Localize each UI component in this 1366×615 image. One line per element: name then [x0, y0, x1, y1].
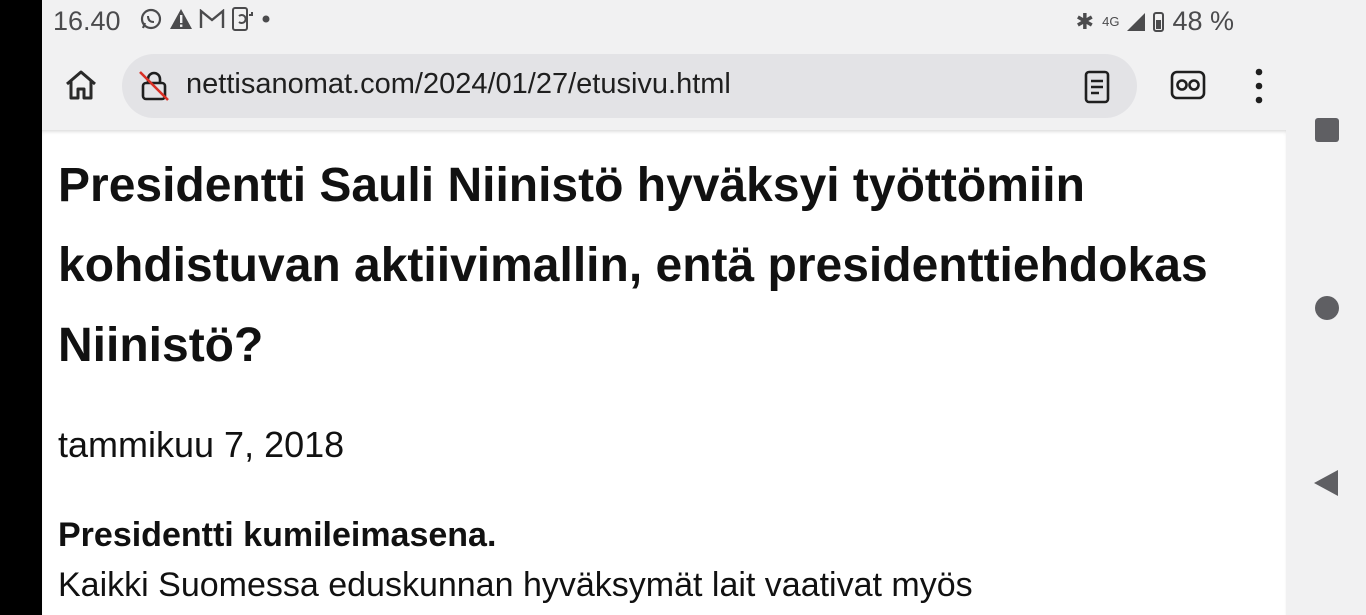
phone-sync-icon	[232, 7, 253, 31]
dot-icon	[262, 15, 270, 23]
home-icon[interactable]	[62, 66, 100, 104]
back-button[interactable]	[1314, 470, 1338, 496]
address-bar[interactable]: nettisanomat.com/2024/01/27/etusivu.html	[122, 54, 1137, 118]
article-date: tammikuu 7, 2018	[58, 424, 345, 465]
not-secure-icon[interactable]	[138, 70, 170, 102]
recents-button[interactable]	[1315, 118, 1339, 142]
battery-icon	[1153, 11, 1165, 32]
whatsapp-icon	[140, 8, 162, 30]
url-text[interactable]: nettisanomat.com/2024/01/27/etusivu.html	[186, 68, 731, 101]
status-time: 16.40	[53, 6, 121, 36]
signal-icon	[1127, 12, 1146, 31]
warning-icon	[170, 9, 192, 29]
phone-screen: 16.40 ✱ 4G 48 % nettisanomat.com/2024/01…	[42, 0, 1286, 615]
reader-mode-icon[interactable]	[1080, 70, 1114, 104]
more-vert-icon[interactable]	[1244, 66, 1274, 106]
network-type: 4G	[1102, 14, 1120, 29]
home-nav-button[interactable]	[1315, 296, 1339, 320]
status-right: ✱ 4G 48 %	[1076, 6, 1234, 37]
browser-toolbar: nettisanomat.com/2024/01/27/etusivu.html	[42, 42, 1286, 130]
battery-level: 48 %	[1172, 6, 1234, 36]
article-lead: Presidentti kumileimasena.	[58, 516, 497, 554]
status-bar: 16.40 ✱ 4G 48 %	[42, 0, 1286, 42]
gmail-icon	[199, 9, 225, 28]
bluetooth-icon: ✱	[1075, 8, 1095, 34]
article-body: Kaikki Suomessa eduskunnan hyväksymät la…	[58, 566, 973, 604]
notification-icons	[139, 7, 273, 31]
incognito-glasses-icon[interactable]	[1170, 69, 1206, 101]
article-headline[interactable]: Presidentti Sauli Niinistö hyväksyi työt…	[58, 146, 1268, 386]
page-content: Presidentti Sauli Niinistö hyväksyi työt…	[42, 130, 1286, 615]
